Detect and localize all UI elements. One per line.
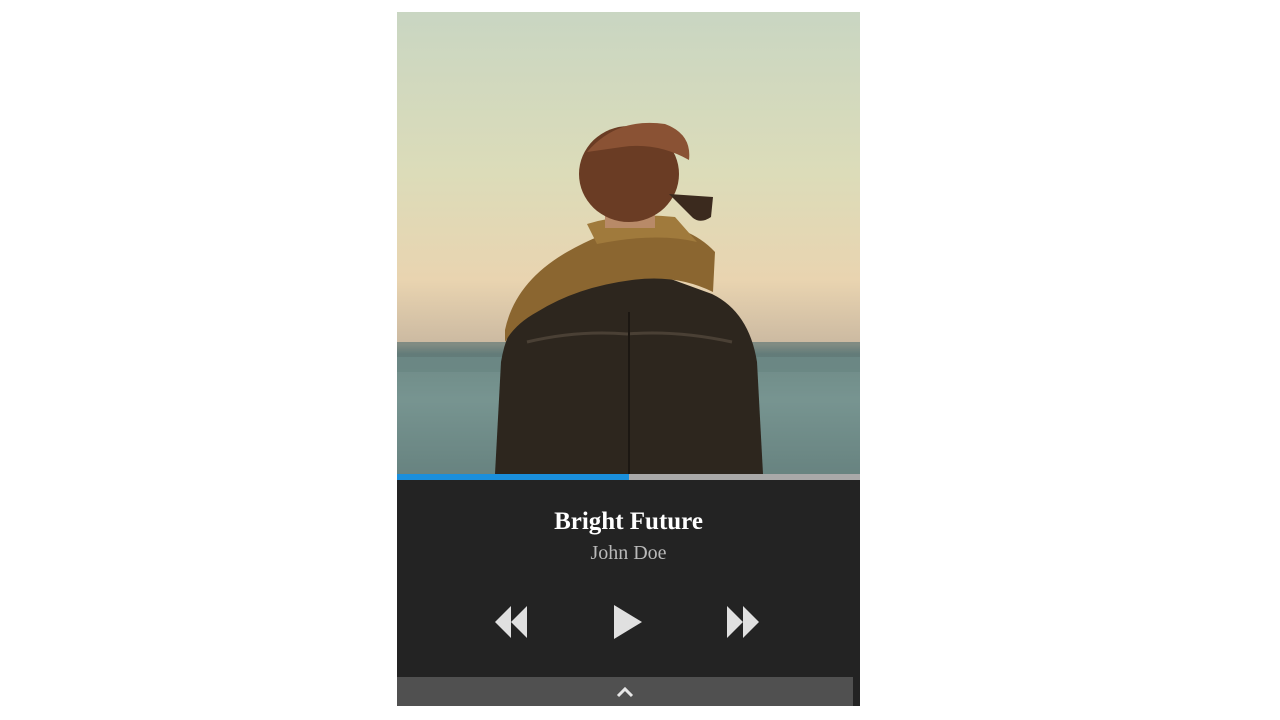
track-info: Bright Future John Doe [397, 480, 860, 566]
chevron-up-icon [616, 686, 634, 698]
expand-drawer-button[interactable] [397, 677, 853, 706]
rewind-icon [495, 606, 527, 638]
album-cover-image [397, 12, 860, 474]
fast-forward-button[interactable] [721, 600, 765, 644]
fast-forward-icon [727, 606, 759, 638]
rewind-button[interactable] [489, 600, 533, 644]
play-icon [614, 605, 642, 639]
playback-controls [397, 600, 860, 644]
play-button[interactable] [606, 600, 650, 644]
music-player: Bright Future John Doe [397, 12, 860, 706]
track-artist: John Doe [590, 542, 667, 564]
track-title: Bright Future [554, 508, 703, 535]
